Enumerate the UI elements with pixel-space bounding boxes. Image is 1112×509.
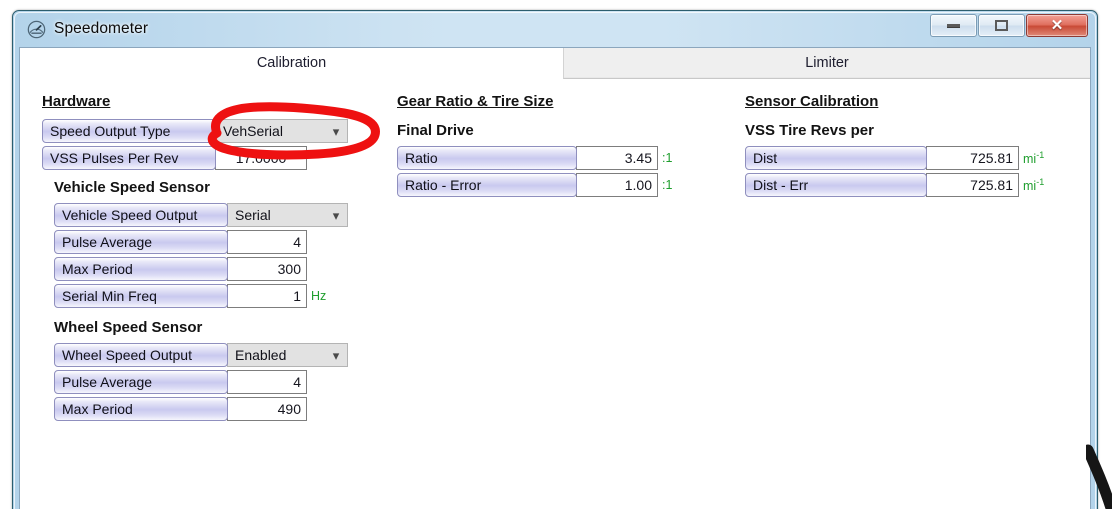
tab-calibration-label: Calibration	[256, 55, 327, 71]
vss-pulse-average-input[interactable]: 4	[227, 230, 307, 254]
wss-pulse-average-input[interactable]: 4	[227, 370, 307, 394]
calibration-panel: Hardware Speed Output Type VehSerial ▾ V…	[20, 79, 1090, 509]
window-controls: ✕	[930, 14, 1088, 37]
wheel-speed-sensor-title: Wheel Speed Sensor	[54, 319, 203, 336]
field-wss-pulse-average: Pulse Average 4	[54, 370, 372, 394]
maximize-button[interactable]	[978, 14, 1025, 37]
field-final-drive-ratio: Ratio 3.45 :1	[397, 146, 707, 170]
wss-pulse-average-label: Pulse Average	[54, 370, 228, 394]
minimize-icon	[947, 23, 960, 28]
speed-output-type-combo[interactable]: VehSerial ▾	[215, 119, 348, 143]
chevron-down-icon: ▾	[332, 123, 340, 139]
close-icon: ✕	[1050, 17, 1064, 34]
speed-output-type-value: VehSerial	[223, 123, 283, 139]
gear-ratio-column: Gear Ratio & Tire Size Final Drive Ratio…	[397, 93, 707, 200]
vss-pulse-average-label: Pulse Average	[54, 230, 228, 254]
final-drive-ratio-unit: :1	[662, 150, 673, 165]
vss-tire-revs-dist-err-label: Dist - Err	[745, 173, 927, 197]
final-drive-title: Final Drive	[397, 122, 474, 139]
final-drive-ratio-error-label: Ratio - Error	[397, 173, 577, 197]
tab-limiter[interactable]: Limiter	[563, 48, 1090, 79]
wss-max-period-input[interactable]: 490	[227, 397, 307, 421]
vehicle-speed-sensor-title: Vehicle Speed Sensor	[54, 179, 210, 196]
screenshot-root: Speedometer ✕ Calibration Limiter Hardwa…	[0, 0, 1112, 509]
field-wss-max-period: Max Period 490	[54, 397, 372, 421]
final-drive-ratio-error-unit: :1	[662, 177, 673, 192]
chevron-down-icon: ▾	[332, 347, 340, 363]
wss-max-period-label: Max Period	[54, 397, 228, 421]
tab-limiter-label: Limiter	[805, 55, 849, 71]
sensor-calibration-group-title: Sensor Calibration	[745, 93, 879, 110]
tab-strip: Calibration Limiter	[20, 48, 1090, 79]
wheel-speed-output-value: Enabled	[235, 347, 287, 363]
field-vss-pulses-per-rev: VSS Pulses Per Rev 17.0000	[42, 146, 372, 170]
serial-min-freq-unit: Hz	[311, 288, 327, 303]
vss-tire-revs-dist-err-input[interactable]: 725.81	[926, 173, 1019, 197]
window-title: Speedometer	[54, 20, 149, 37]
maximize-icon	[995, 20, 1008, 31]
final-drive-ratio-input[interactable]: 3.45	[576, 146, 658, 170]
vss-tire-revs-dist-err-unit: mi-1	[1023, 176, 1045, 193]
chevron-down-icon: ▾	[332, 207, 340, 223]
field-vss-tire-revs-dist-err: Dist - Err 725.81 mi-1	[745, 173, 1075, 197]
field-vss-tire-revs-dist: Dist 725.81 mi-1	[745, 146, 1075, 170]
window-client-area: Calibration Limiter Hardware Speed Outpu…	[19, 47, 1091, 509]
sensor-calibration-column: Sensor Calibration VSS Tire Revs per Dis…	[745, 93, 1075, 200]
vss-max-period-label: Max Period	[54, 257, 228, 281]
final-drive-ratio-label: Ratio	[397, 146, 577, 170]
field-final-drive-ratio-error: Ratio - Error 1.00 :1	[397, 173, 707, 197]
vss-pulses-per-rev-input[interactable]: 17.0000	[215, 146, 307, 170]
speedometer-gauge-icon	[27, 20, 46, 38]
field-serial-min-freq: Serial Min Freq 1 Hz	[54, 284, 372, 308]
vss-tire-revs-dist-input[interactable]: 725.81	[926, 146, 1019, 170]
field-wheel-speed-output: Wheel Speed Output Enabled ▾	[54, 343, 372, 367]
close-button[interactable]: ✕	[1026, 14, 1088, 37]
serial-min-freq-input[interactable]: 1	[227, 284, 307, 308]
field-vss-pulse-average: Pulse Average 4	[54, 230, 372, 254]
gear-ratio-group-title: Gear Ratio & Tire Size	[397, 93, 554, 110]
field-speed-output-type: Speed Output Type VehSerial ▾	[42, 119, 372, 143]
field-vehicle-speed-output: Vehicle Speed Output Serial ▾	[54, 203, 372, 227]
field-vss-max-period: Max Period 300	[54, 257, 372, 281]
vehicle-speed-output-value: Serial	[235, 207, 271, 223]
vehicle-speed-output-label: Vehicle Speed Output	[54, 203, 228, 227]
vehicle-speed-output-combo[interactable]: Serial ▾	[227, 203, 348, 227]
window-titlebar[interactable]: Speedometer ✕	[19, 11, 1091, 47]
vss-tire-revs-title: VSS Tire Revs per	[745, 122, 874, 139]
wheel-speed-output-combo[interactable]: Enabled ▾	[227, 343, 348, 367]
minimize-button[interactable]	[930, 14, 977, 37]
vss-max-period-input[interactable]: 300	[227, 257, 307, 281]
speed-output-type-label: Speed Output Type	[42, 119, 216, 143]
vss-pulses-per-rev-label: VSS Pulses Per Rev	[42, 146, 216, 170]
hardware-column: Hardware Speed Output Type VehSerial ▾ V…	[42, 93, 372, 424]
tab-calibration[interactable]: Calibration	[20, 48, 563, 79]
serial-min-freq-label: Serial Min Freq	[54, 284, 228, 308]
vss-tire-revs-dist-unit: mi-1	[1023, 149, 1045, 166]
final-drive-ratio-error-input[interactable]: 1.00	[576, 173, 658, 197]
vss-tire-revs-dist-label: Dist	[745, 146, 927, 170]
hardware-group-title: Hardware	[42, 93, 111, 110]
wheel-speed-output-label: Wheel Speed Output	[54, 343, 228, 367]
speedometer-window: Speedometer ✕ Calibration Limiter Hardwa…	[12, 10, 1098, 509]
